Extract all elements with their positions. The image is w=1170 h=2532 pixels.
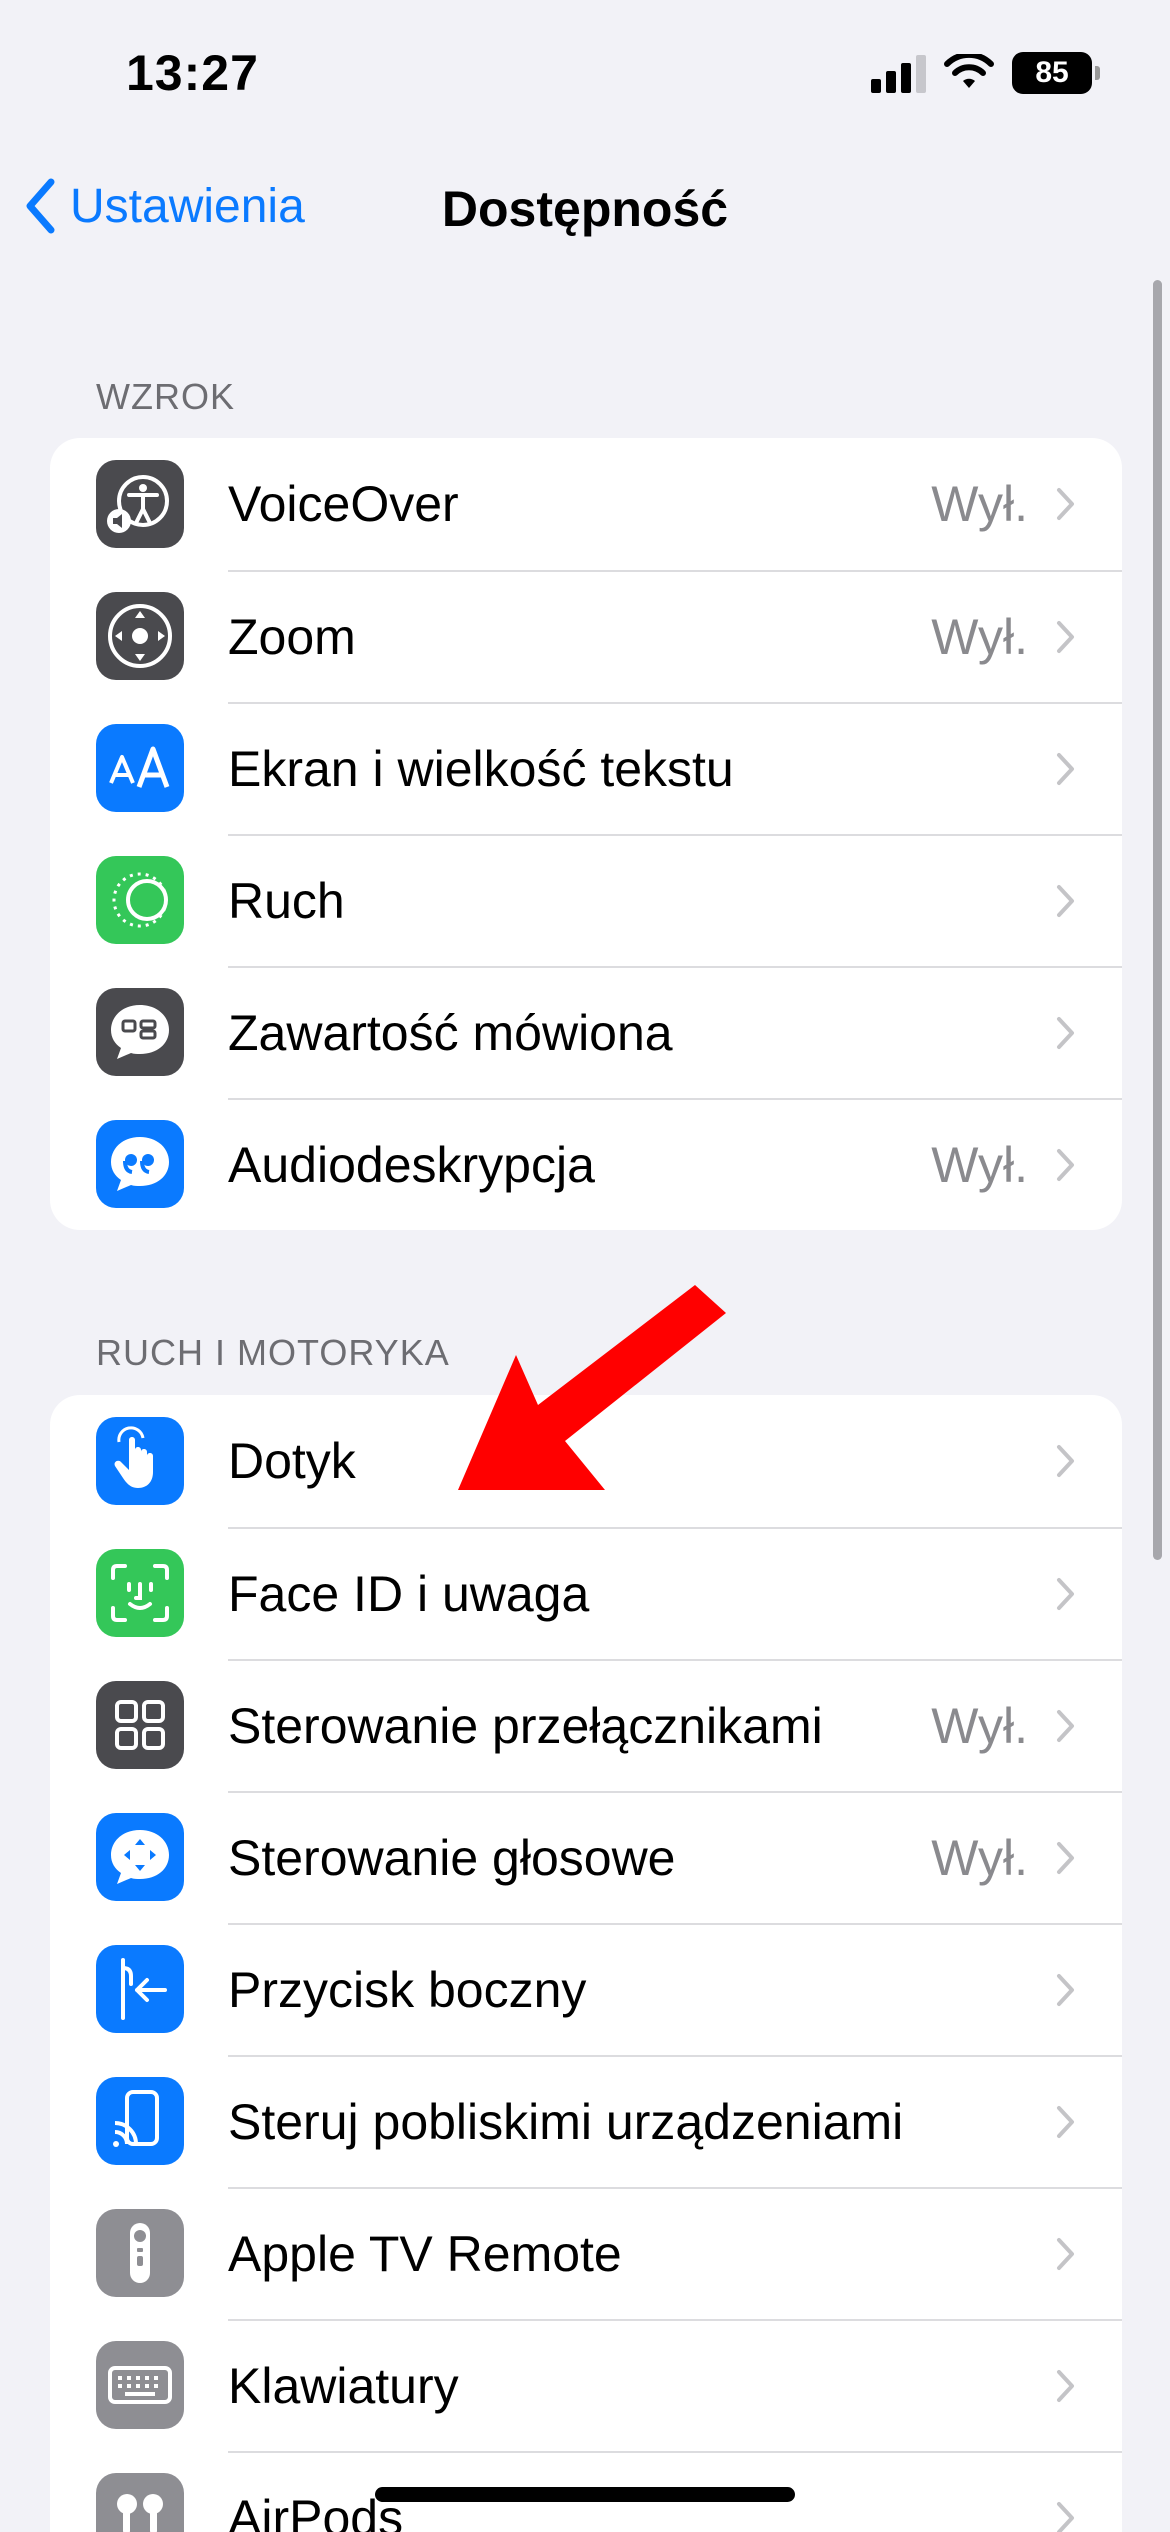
airpods-icon <box>96 2473 184 2532</box>
chevron-right-icon <box>1057 2370 1074 2402</box>
text-size-icon <box>96 724 184 812</box>
row-content: Przycisk boczny <box>228 1923 1122 2055</box>
chevron-right-icon <box>1057 621 1074 653</box>
settings-row-zoom[interactable]: Zoom Wył. <box>50 570 1122 702</box>
row-content: VoiceOver Wył. <box>228 438 1122 570</box>
nearby-devices-icon <box>96 2077 184 2165</box>
section-header-vision: WZROK <box>96 376 235 417</box>
settings-row-voice-control[interactable]: Sterowanie głosowe Wył. <box>50 1791 1122 1923</box>
navigation-bar: Ustawienia Dostępność <box>0 160 1170 260</box>
row-content: Apple TV Remote <box>228 2187 1122 2319</box>
voice-control-icon <box>96 1813 184 1901</box>
row-label: Sterowanie przełącznikami <box>228 1698 823 1754</box>
settings-row-keyboards[interactable]: Klawiatury <box>50 2319 1122 2451</box>
settings-row-side-button[interactable]: Przycisk boczny <box>50 1923 1122 2055</box>
row-label: Sterowanie głosowe <box>228 1830 676 1886</box>
settings-row-motion[interactable]: Ruch <box>50 834 1122 966</box>
chevron-right-icon <box>1057 2106 1074 2138</box>
settings-row-switch-control[interactable]: Sterowanie przełącznikami Wył. <box>50 1659 1122 1791</box>
chevron-right-icon <box>1057 2238 1074 2270</box>
row-label: Apple TV Remote <box>228 2226 622 2282</box>
row-content: Zawartość mówiona <box>228 966 1122 1098</box>
row-content: Klawiatury <box>228 2319 1122 2451</box>
settings-row-voiceover[interactable]: VoiceOver Wył. <box>50 438 1122 570</box>
red-arrow-annotation <box>458 1285 726 1490</box>
motion-icon <box>96 856 184 944</box>
chevron-right-icon <box>1057 1710 1074 1742</box>
settings-row-spoken-content[interactable]: Zawartość mówiona <box>50 966 1122 1098</box>
row-content: Audiodeskrypcja Wył. <box>228 1098 1122 1230</box>
row-label: Ruch <box>228 873 345 929</box>
battery-icon: 85 <box>1012 52 1100 94</box>
chevron-right-icon <box>1057 1578 1074 1610</box>
audio-description-icon <box>96 1120 184 1208</box>
row-content: Ruch <box>228 834 1122 966</box>
chevron-right-icon <box>1057 1017 1074 1049</box>
settings-row-display-text-size[interactable]: Ekran i wielkość tekstu <box>50 702 1122 834</box>
row-content: Zoom Wył. <box>228 570 1122 702</box>
settings-group-vision: VoiceOver Wył. Zoom Wył. Ekran i wielkoś… <box>50 438 1122 1230</box>
row-value: Wył. <box>931 1137 1028 1193</box>
touch-icon <box>96 1417 184 1505</box>
chevron-right-icon <box>1057 2502 1074 2532</box>
scrollbar[interactable] <box>1153 280 1162 1560</box>
chevron-right-icon <box>1057 1974 1074 2006</box>
row-value: Wył. <box>931 1830 1028 1886</box>
cellular-signal-icon <box>871 53 926 93</box>
page-title: Dostępność <box>441 181 729 237</box>
row-value: Wył. <box>931 476 1028 532</box>
home-indicator <box>375 2487 795 2502</box>
row-label: VoiceOver <box>228 476 459 532</box>
row-label: Dotyk <box>228 1433 356 1489</box>
chevron-right-icon <box>1057 885 1074 917</box>
row-content: Steruj pobliskimi urządzeniami <box>228 2055 1122 2187</box>
face-id-icon <box>96 1549 184 1637</box>
row-content: Ekran i wielkość tekstu <box>228 702 1122 834</box>
settings-row-apple-tv-remote[interactable]: Apple TV Remote <box>50 2187 1122 2319</box>
chevron-right-icon <box>1057 1842 1074 1874</box>
row-content: Sterowanie głosowe Wył. <box>228 1791 1122 1923</box>
row-label: Ekran i wielkość tekstu <box>228 741 734 797</box>
row-content: Sterowanie przełącznikami Wył. <box>228 1659 1122 1791</box>
voiceover-icon <box>96 460 184 548</box>
section-header-physical-motor: RUCH I MOTORYKA <box>96 1332 450 1373</box>
settings-row-face-id[interactable]: Face ID i uwaga <box>50 1527 1122 1659</box>
status-time: 13:27 <box>126 45 259 101</box>
keyboard-icon <box>96 2341 184 2429</box>
row-content: Face ID i uwaga <box>228 1527 1122 1659</box>
settings-row-nearby-devices[interactable]: Steruj pobliskimi urządzeniami <box>50 2055 1122 2187</box>
row-label: Zawartość mówiona <box>228 1005 673 1061</box>
switch-control-icon <box>96 1681 184 1769</box>
row-label: Klawiatury <box>228 2358 459 2414</box>
spoken-content-icon <box>96 988 184 1076</box>
row-value: Wył. <box>931 1698 1028 1754</box>
side-button-icon <box>96 1945 184 2033</box>
chevron-right-icon <box>1057 753 1074 785</box>
row-label: Face ID i uwaga <box>228 1566 590 1622</box>
row-label: Zoom <box>228 609 356 665</box>
chevron-right-icon <box>1057 1149 1074 1181</box>
zoom-icon <box>96 592 184 680</box>
settings-row-audio-description[interactable]: Audiodeskrypcja Wył. <box>50 1098 1122 1230</box>
status-indicators: 85 <box>871 52 1100 94</box>
tv-remote-icon <box>96 2209 184 2297</box>
row-label: Audiodeskrypcja <box>228 1137 595 1193</box>
status-bar: 13:27 85 <box>0 0 1170 150</box>
row-label: Steruj pobliskimi urządzeniami <box>228 2094 904 2150</box>
row-label: Przycisk boczny <box>228 1962 587 2018</box>
chevron-right-icon <box>1057 1445 1074 1477</box>
row-value: Wył. <box>931 609 1028 665</box>
settings-group-physical-motor: Dotyk Face ID i uwaga Sterowanie przełąc… <box>50 1395 1122 2532</box>
wifi-icon <box>944 54 994 88</box>
battery-level: 85 <box>1035 56 1069 89</box>
chevron-right-icon <box>1057 488 1074 520</box>
